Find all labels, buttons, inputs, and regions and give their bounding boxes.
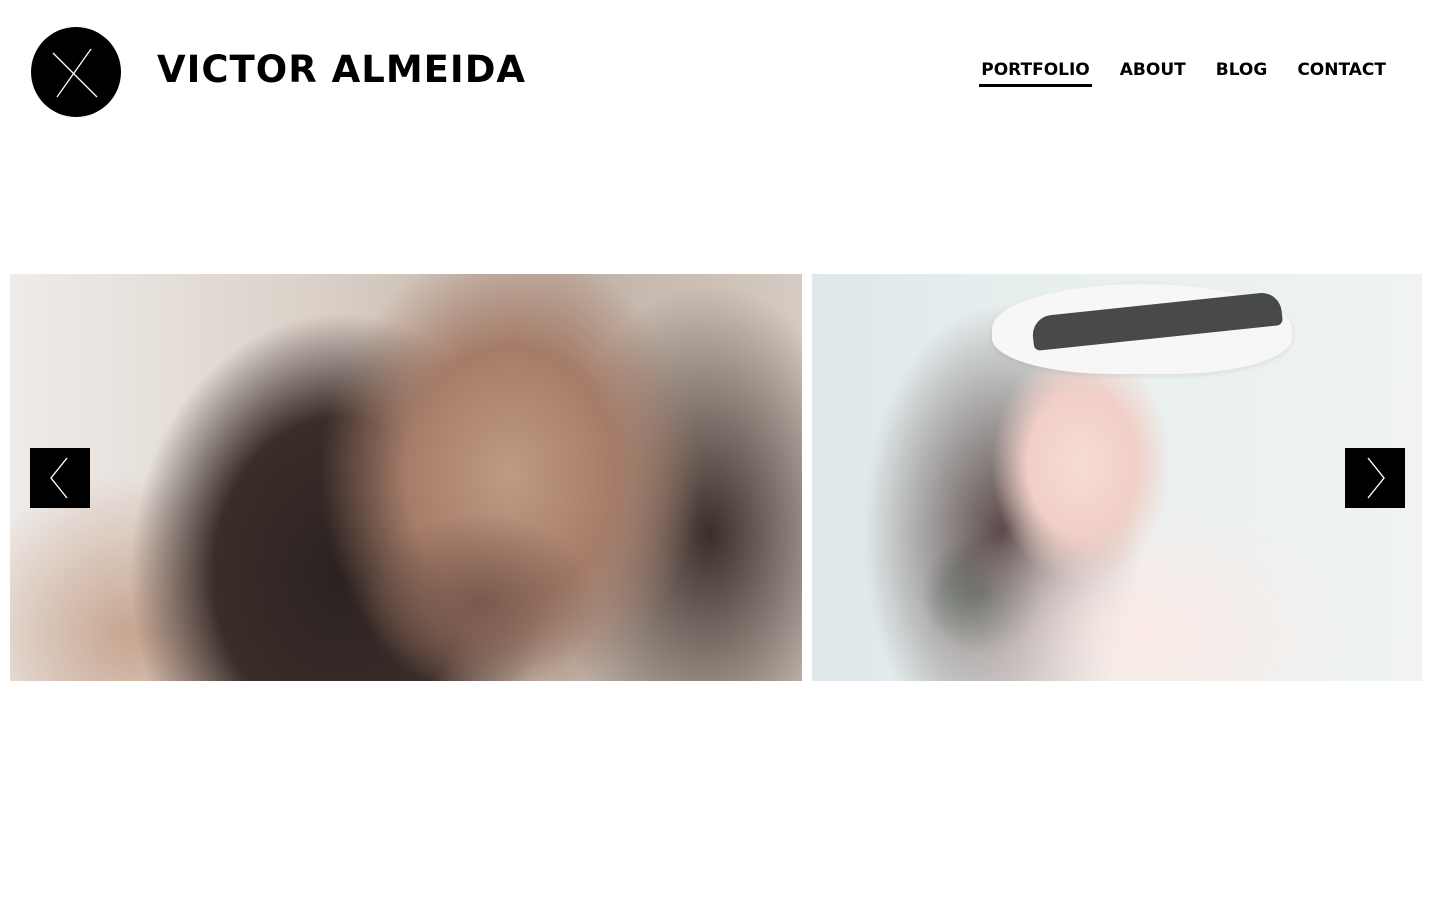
photo-gallery (10, 274, 1422, 681)
logo-x-icon[interactable] (31, 27, 121, 117)
gallery-photo-1[interactable] (10, 274, 802, 681)
main-nav: PORTFOLIO ABOUT BLOG CONTACT (979, 56, 1388, 87)
gallery-next-button[interactable] (1345, 448, 1405, 508)
site-title[interactable]: VICTOR ALMEIDA (157, 47, 526, 93)
nav-item-about[interactable]: ABOUT (1118, 56, 1188, 87)
nav-item-portfolio[interactable]: PORTFOLIO (979, 56, 1092, 87)
gallery-photo-2[interactable] (812, 274, 1422, 681)
nav-item-blog[interactable]: BLOG (1214, 56, 1270, 87)
chevron-left-icon (50, 457, 68, 499)
nav-item-contact[interactable]: CONTACT (1295, 56, 1388, 87)
chevron-right-icon (1367, 457, 1385, 499)
gallery-prev-button[interactable] (30, 448, 90, 508)
page: VICTOR ALMEIDA PORTFOLIO ABOUT BLOG CONT… (0, 0, 1440, 900)
